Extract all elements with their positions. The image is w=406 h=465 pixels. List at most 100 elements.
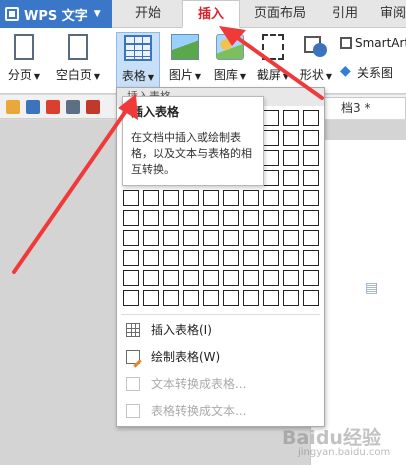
grid-cell[interactable] (263, 130, 279, 146)
shape-button[interactable]: 形状 ▼ (296, 32, 336, 90)
grid-cell[interactable] (183, 270, 199, 286)
grid-cell[interactable] (243, 210, 259, 226)
grid-cell[interactable] (283, 170, 299, 186)
grid-cell[interactable] (283, 130, 299, 146)
grid-cell[interactable] (303, 290, 319, 306)
picture-button[interactable]: 图片 ▼ (164, 32, 206, 90)
grid-cell[interactable] (183, 230, 199, 246)
grid-cell[interactable] (263, 290, 279, 306)
grid-cell[interactable] (203, 230, 219, 246)
grid-cell[interactable] (303, 250, 319, 266)
grid-cell[interactable] (243, 190, 259, 206)
text-to-table-icon (126, 377, 140, 391)
shape-label: 形状 (299, 68, 324, 82)
grid-cell[interactable] (143, 290, 159, 306)
page-break-button[interactable]: 分页 ▼ (4, 32, 44, 90)
tab-references[interactable]: 引用 (322, 0, 368, 28)
grid-cell[interactable] (283, 210, 299, 226)
export-pdf-icon[interactable] (46, 100, 60, 114)
grid-cell[interactable] (143, 210, 159, 226)
grid-cell[interactable] (123, 290, 139, 306)
open-folder-icon[interactable] (6, 100, 20, 114)
grid-cell[interactable] (263, 230, 279, 246)
grid-cell[interactable] (283, 230, 299, 246)
grid-cell[interactable] (283, 150, 299, 166)
app-menu-button[interactable]: WPS 文字 ▼ (0, 0, 112, 28)
grid-cell[interactable] (223, 250, 239, 266)
grid-cell[interactable] (303, 230, 319, 246)
grid-cell[interactable] (223, 290, 239, 306)
grid-cell[interactable] (143, 230, 159, 246)
grid-cell[interactable] (123, 230, 139, 246)
grid-cell[interactable] (143, 190, 159, 206)
tab-home[interactable]: 开始 (122, 0, 174, 28)
grid-cell[interactable] (163, 230, 179, 246)
grid-cell[interactable] (183, 290, 199, 306)
tab-review[interactable]: 审阅 (376, 0, 406, 28)
grid-cell[interactable] (303, 270, 319, 286)
insert-table-item[interactable]: 插入表格(I) (117, 318, 324, 342)
grid-cell[interactable] (303, 170, 319, 186)
grid-cell[interactable] (243, 230, 259, 246)
smartart-button[interactable]: SmartArt (340, 36, 406, 54)
relation-chart-button[interactable]: 关系图 (340, 63, 406, 82)
text-to-table-item[interactable]: 文本转换成表格... (117, 372, 324, 396)
grid-cell[interactable] (143, 270, 159, 286)
grid-cell[interactable] (183, 210, 199, 226)
grid-cell[interactable] (163, 290, 179, 306)
grid-cell[interactable] (123, 190, 139, 206)
grid-cell[interactable] (223, 190, 239, 206)
grid-cell[interactable] (263, 250, 279, 266)
grid-cell[interactable] (283, 190, 299, 206)
grid-cell[interactable] (183, 250, 199, 266)
draw-table-icon (126, 350, 140, 364)
grid-cell[interactable] (203, 270, 219, 286)
grid-cell[interactable] (203, 250, 219, 266)
grid-cell[interactable] (263, 150, 279, 166)
tab-page-layout[interactable]: 页面布局 (246, 0, 314, 28)
grid-cell[interactable] (283, 110, 299, 126)
grid-cell[interactable] (143, 250, 159, 266)
print-icon[interactable] (66, 100, 80, 114)
screenshot-button[interactable]: 截屏 ▼ (252, 32, 294, 90)
grid-cell[interactable] (163, 270, 179, 286)
grid-cell[interactable] (243, 290, 259, 306)
grid-cell[interactable] (123, 270, 139, 286)
grid-cell[interactable] (263, 210, 279, 226)
grid-cell[interactable] (303, 210, 319, 226)
grid-cell[interactable] (303, 150, 319, 166)
grid-cell[interactable] (223, 230, 239, 246)
table-button[interactable]: 表格 ▼ (116, 32, 160, 90)
gallery-button[interactable]: 图库 ▼ (208, 32, 252, 90)
grid-cell[interactable] (203, 290, 219, 306)
blank-page-button[interactable]: 空白页 ▼ (50, 32, 106, 90)
tab-insert[interactable]: 插入 (182, 0, 240, 28)
draw-table-item[interactable]: 绘制表格(W) (117, 345, 324, 369)
save-icon[interactable] (26, 100, 40, 114)
grid-cell[interactable] (303, 190, 319, 206)
grid-cell[interactable] (263, 110, 279, 126)
grid-cell[interactable] (283, 290, 299, 306)
chevron-down-icon: ▼ (33, 72, 41, 81)
grid-cell[interactable] (283, 270, 299, 286)
grid-cell[interactable] (163, 250, 179, 266)
grid-cell[interactable] (163, 210, 179, 226)
picture-label: 图片 (168, 68, 193, 82)
grid-cell[interactable] (263, 170, 279, 186)
grid-cell[interactable] (303, 130, 319, 146)
print-preview-icon[interactable] (86, 100, 100, 114)
grid-cell[interactable] (303, 110, 319, 126)
grid-cell[interactable] (203, 190, 219, 206)
grid-cell[interactable] (203, 210, 219, 226)
grid-cell[interactable] (223, 270, 239, 286)
grid-cell[interactable] (163, 190, 179, 206)
grid-cell[interactable] (263, 190, 279, 206)
grid-cell[interactable] (263, 270, 279, 286)
grid-cell[interactable] (123, 250, 139, 266)
grid-cell[interactable] (123, 210, 139, 226)
grid-cell[interactable] (243, 250, 259, 266)
grid-cell[interactable] (183, 190, 199, 206)
grid-cell[interactable] (283, 250, 299, 266)
grid-cell[interactable] (243, 270, 259, 286)
grid-cell[interactable] (223, 210, 239, 226)
